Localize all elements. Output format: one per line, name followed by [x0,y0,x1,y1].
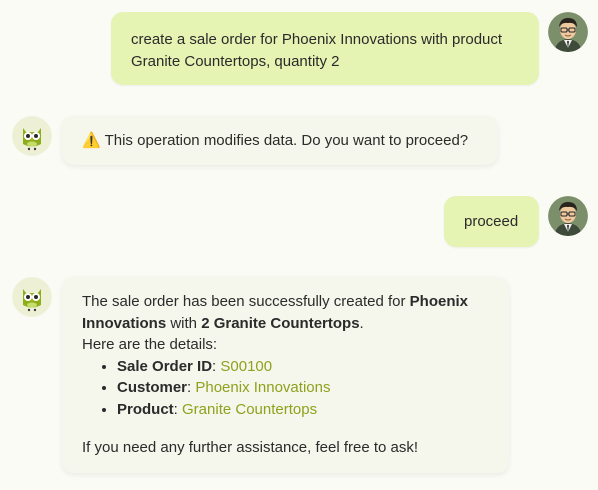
bot-message-text: This operation modifies data. Do you wan… [104,132,469,149]
user-avatar-icon [548,12,588,52]
bot-message-bubble: ⚠️ This operation modifies data. Do you … [62,116,498,165]
user-message-text: proceed [464,213,519,230]
sale-order-id-link[interactable]: S00100 [220,358,272,375]
user-message-text: create a sale order for Phoenix Innovati… [131,31,503,70]
bot-message-bubble: The sale order has been successfully cre… [62,277,509,473]
product-link[interactable]: Granite Countertops [182,401,317,418]
bot-message-intro: The sale order has been successfully cre… [82,293,469,332]
warning-icon: ⚠️ [82,132,101,149]
detail-product: Product: Granite Countertops [117,399,489,421]
user-message-bubble: proceed [444,196,539,247]
detail-customer: Customer: Phoenix Innovations [117,377,489,399]
user-avatar-icon [548,196,588,236]
owl-avatar-icon [12,116,52,156]
customer-link[interactable]: Phoenix Innovations [195,379,330,396]
owl-avatar-icon [12,277,52,317]
user-message-bubble: create a sale order for Phoenix Innovati… [111,12,539,85]
details-heading: Here are the details: [82,336,218,353]
quantity-product-bold: 2 Granite Countertops [201,314,360,332]
bot-closing-text: If you need any further assistance, feel… [82,439,419,456]
detail-sale-order-id: Sale Order ID: S00100 [117,356,489,378]
details-list: Sale Order ID: S00100 Customer: Phoenix … [82,356,489,421]
